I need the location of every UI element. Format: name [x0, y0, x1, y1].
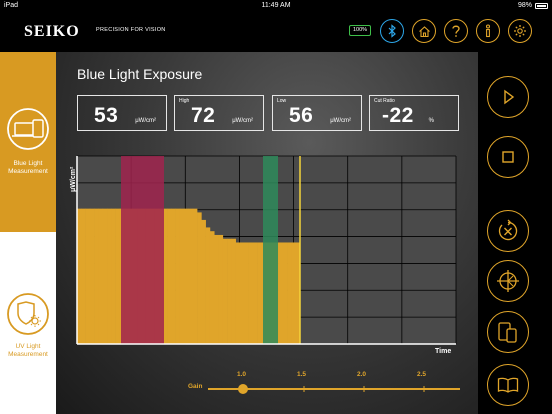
gain-tick-label: 1.5	[297, 371, 307, 378]
sidebar-item-blue-light[interactable]: Blue Light Measurement	[0, 52, 56, 232]
gain-thumb[interactable]	[238, 384, 248, 394]
gain-tick-label: 2.5	[417, 371, 427, 378]
battery-icon	[535, 2, 548, 9]
battery-percent: 98%	[517, 2, 532, 9]
info-button[interactable]	[476, 19, 500, 43]
bluetooth-button[interactable]	[380, 19, 404, 43]
guide-button[interactable]	[487, 364, 529, 406]
status-bar: iPad 11:49 AM 98%	[0, 0, 552, 12]
gain-label: Gain	[188, 383, 203, 390]
sidebar-item-label: Blue Light Measurement	[8, 160, 48, 175]
status-right: 98%	[518, 2, 548, 9]
crosshair-icon	[497, 270, 519, 292]
device-battery-badge: 100%	[349, 25, 371, 36]
uv-shield-icon	[7, 293, 49, 335]
reset-icon	[498, 219, 518, 241]
help-button[interactable]	[444, 19, 468, 43]
stop-button[interactable]	[487, 136, 529, 178]
app-header: SEIKO PRECISION FOR VISION 100%	[0, 12, 552, 52]
bluetooth-icon	[388, 24, 396, 38]
sidebar-item-uv-light[interactable]: UV Light Measurement	[0, 284, 56, 414]
brand-tagline: PRECISION FOR VISION	[96, 27, 166, 33]
gain-slider[interactable]	[56, 52, 478, 414]
reset-button[interactable]	[487, 210, 529, 252]
home-icon	[418, 25, 430, 37]
device-button[interactable]	[487, 311, 529, 353]
home-button[interactable]	[412, 19, 436, 43]
sidebar-item-label: UV Light Measurement	[8, 343, 48, 358]
play-icon	[504, 89, 515, 105]
info-icon	[485, 24, 491, 38]
gain-tick-label: 2.0	[357, 371, 367, 378]
blue-light-device-icon	[7, 108, 49, 150]
target-button[interactable]	[487, 260, 529, 302]
gain-tick-label: 1.0	[237, 371, 247, 378]
main-panel: Blue Light Exposure 53 μW/cm² High 72 μW…	[56, 52, 478, 414]
devices-icon	[498, 322, 517, 343]
book-icon	[497, 377, 519, 393]
clock: 11:49 AM	[261, 2, 291, 9]
play-button[interactable]	[487, 76, 529, 118]
brand-logo: SEIKO	[24, 23, 80, 40]
stop-icon	[502, 151, 514, 163]
settings-button[interactable]	[508, 19, 532, 43]
help-icon	[452, 25, 460, 37]
control-bar	[478, 52, 552, 414]
mode-sidebar: Blue Light Measurement UV Light Measurem…	[0, 52, 56, 414]
settings-icon	[514, 25, 526, 37]
